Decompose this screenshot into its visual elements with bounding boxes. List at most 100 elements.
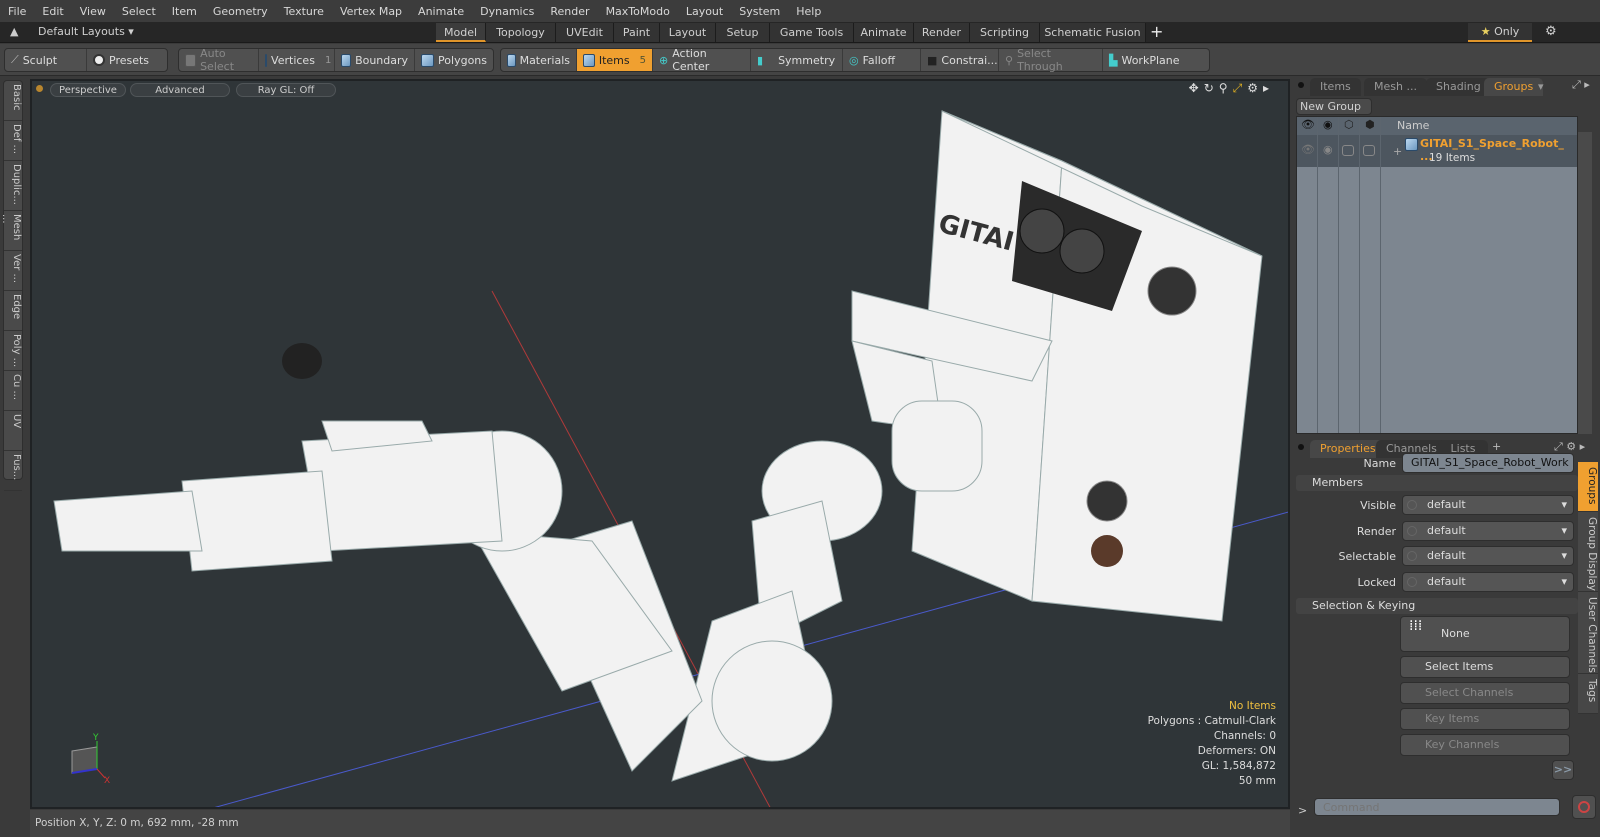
menu-file[interactable]: File xyxy=(0,5,34,18)
menu-layout[interactable]: Layout xyxy=(678,5,731,18)
polygons-button[interactable]: Polygons xyxy=(415,49,493,71)
layout-tab-schematic-fusion[interactable]: Schematic Fusion xyxy=(1040,23,1146,42)
name-field[interactable]: GITAI_S1_Space_Robot_Work (2 xyxy=(1402,453,1574,473)
menu-vertex-map[interactable]: Vertex Map xyxy=(332,5,410,18)
layout-tab-animate[interactable]: Animate xyxy=(854,23,914,42)
command-input[interactable] xyxy=(1314,798,1560,816)
layout-tab-game-tools[interactable]: Game Tools xyxy=(770,23,854,42)
zoom-icon[interactable]: ⚲ xyxy=(1219,81,1233,95)
group-list-scrollbar[interactable] xyxy=(1578,132,1592,434)
item-selection-none-button[interactable]: ⁞⁞⁞ None xyxy=(1400,616,1570,652)
tab-properties[interactable]: Properties xyxy=(1310,440,1386,458)
menu-maxtomodo[interactable]: MaxToModo xyxy=(598,5,678,18)
more-button[interactable]: >> xyxy=(1552,760,1574,780)
members-section[interactable]: Members xyxy=(1296,475,1578,491)
viewport-menu-dot-icon[interactable] xyxy=(36,85,43,92)
left-tab-8[interactable]: UV xyxy=(4,411,22,451)
menu-render[interactable]: Render xyxy=(542,5,597,18)
3d-viewport[interactable]: GITAI YX Perspective Advanced Ray GL: Of… xyxy=(30,79,1290,809)
falloff-button[interactable]: ◎ Falloff xyxy=(843,49,921,71)
side-tab-tags[interactable]: Tags xyxy=(1578,674,1598,714)
expand-plus-icon[interactable]: + xyxy=(1393,145,1402,158)
vertices-button[interactable]: Vertices 1 xyxy=(259,49,336,71)
left-tab-6[interactable]: Poly ... xyxy=(4,331,22,371)
rotate-icon[interactable]: ↻ xyxy=(1204,81,1219,95)
sculpt-button[interactable]: ⟋ Sculpt xyxy=(5,49,87,71)
row-camera-icon[interactable]: ◉ xyxy=(1323,143,1333,156)
menu-geometry[interactable]: Geometry xyxy=(205,5,276,18)
key-items-button[interactable]: Key Items xyxy=(1400,708,1570,730)
side-tab-groups[interactable]: Groups xyxy=(1578,462,1598,512)
menu-dynamics[interactable]: Dynamics xyxy=(472,5,542,18)
layout-tab-uvedit[interactable]: UVEdit xyxy=(556,23,614,42)
add-tab-button[interactable]: + xyxy=(1150,22,1163,41)
select-channels-button[interactable]: Select Channels xyxy=(1400,682,1570,704)
boundary-button[interactable]: Boundary xyxy=(335,49,416,71)
gear-icon[interactable]: ⚙ xyxy=(1545,24,1557,39)
left-tab-5[interactable]: Edge xyxy=(4,291,22,331)
items-button[interactable]: Items 5 xyxy=(577,49,653,71)
symmetry-button[interactable]: ▮ Symmetry xyxy=(751,49,843,71)
layout-tab-layout[interactable]: Layout xyxy=(660,23,716,42)
menu-system[interactable]: System xyxy=(731,5,788,18)
menu-item[interactable]: Item xyxy=(164,5,205,18)
group-row[interactable]: 👁 ◉ + GITAI_S1_Space_Robot_ ... 19 Items xyxy=(1297,135,1577,167)
menu-texture[interactable]: Texture xyxy=(276,5,332,18)
menu-edit[interactable]: Edit xyxy=(34,5,71,18)
layout-tab-paint[interactable]: Paint xyxy=(614,23,660,42)
row-eye-icon[interactable]: 👁 xyxy=(1301,143,1315,156)
selection-keying-section[interactable]: Selection & Keying xyxy=(1296,598,1578,614)
add-tab-button[interactable]: + xyxy=(1492,440,1501,453)
layout-tab-render[interactable]: Render xyxy=(914,23,970,42)
tab-dropdown-icon[interactable]: ▾ xyxy=(1538,80,1544,93)
key-channels-button[interactable]: Key Channels xyxy=(1400,734,1570,756)
layout-tab-setup[interactable]: Setup xyxy=(716,23,770,42)
left-tab-7[interactable]: Cu ... xyxy=(4,371,22,411)
layout-tab-topology[interactable]: Topology xyxy=(486,23,556,42)
left-tab-9[interactable]: Fus... xyxy=(4,451,22,491)
layout-collapse-icon[interactable]: ▲ xyxy=(10,25,18,38)
left-tab-3[interactable]: Mesh ... xyxy=(0,211,22,251)
workplane-button[interactable]: ▙ WorkPlane xyxy=(1103,49,1186,71)
presets-button[interactable]: Presets xyxy=(87,49,155,71)
record-button[interactable] xyxy=(1572,795,1596,819)
auto-select-button[interactable]: Auto Select xyxy=(179,47,260,73)
raygl-button[interactable]: Ray GL: Off xyxy=(236,83,336,97)
constraints-button[interactable]: ■ Constrai... xyxy=(921,49,999,71)
tab-mesh[interactable]: Mesh ... xyxy=(1364,78,1427,96)
left-tab-4[interactable]: Ver ... xyxy=(4,251,22,291)
menu-select[interactable]: Select xyxy=(114,5,164,18)
layout-tab-scripting[interactable]: Scripting xyxy=(970,23,1040,42)
left-tab-2[interactable]: Duplic... xyxy=(4,161,22,211)
visible-dropdown[interactable]: default ▾ xyxy=(1402,495,1574,515)
materials-button[interactable]: Materials xyxy=(501,49,577,71)
new-group-button[interactable]: New Group xyxy=(1296,98,1372,115)
left-tab-1[interactable]: Def ... xyxy=(4,121,22,161)
side-tab-group-display[interactable]: Group Display xyxy=(1578,512,1598,592)
render-dropdown[interactable]: default ▾ xyxy=(1402,520,1574,541)
menu-help[interactable]: Help xyxy=(788,5,829,18)
panel-maximize-icon[interactable]: ⤢ ▸ xyxy=(1572,78,1590,92)
view-perspective-button[interactable]: Perspective xyxy=(50,83,126,97)
select-items-button[interactable]: Select Items xyxy=(1400,656,1570,678)
select-through-button[interactable]: ⚲ Select Through xyxy=(999,47,1103,73)
action-center-button[interactable]: ⊕ Action Center xyxy=(653,47,751,73)
layout-tab-model[interactable]: Model xyxy=(436,23,486,42)
selectable-dropdown[interactable]: default ▾ xyxy=(1402,546,1574,566)
viewport-gear-icon[interactable]: ⚙ xyxy=(1247,81,1263,95)
side-tab-user-channels[interactable]: User Channels xyxy=(1578,592,1598,674)
pan-icon[interactable]: ✥ xyxy=(1189,81,1204,95)
tab-shading[interactable]: Shading xyxy=(1426,78,1491,96)
left-tab-0[interactable]: Basic xyxy=(4,81,22,121)
panel-options-icons[interactable]: ⤢ ⚙ ▸ xyxy=(1554,440,1585,454)
expand-arrow-icon[interactable]: ▸ xyxy=(1263,81,1274,95)
maximize-icon[interactable]: ⤢ xyxy=(1233,81,1248,95)
row-lock-toggle[interactable] xyxy=(1363,145,1375,156)
tab-groups[interactable]: Groups xyxy=(1484,78,1544,96)
only-toggle[interactable]: ★ Only xyxy=(1468,23,1532,42)
menu-animate[interactable]: Animate xyxy=(410,5,472,18)
locked-dropdown[interactable]: default ▾ xyxy=(1402,571,1574,592)
row-selectable-toggle[interactable] xyxy=(1342,145,1354,156)
tab-items[interactable]: Items xyxy=(1310,78,1361,96)
menu-view[interactable]: View xyxy=(72,5,114,18)
